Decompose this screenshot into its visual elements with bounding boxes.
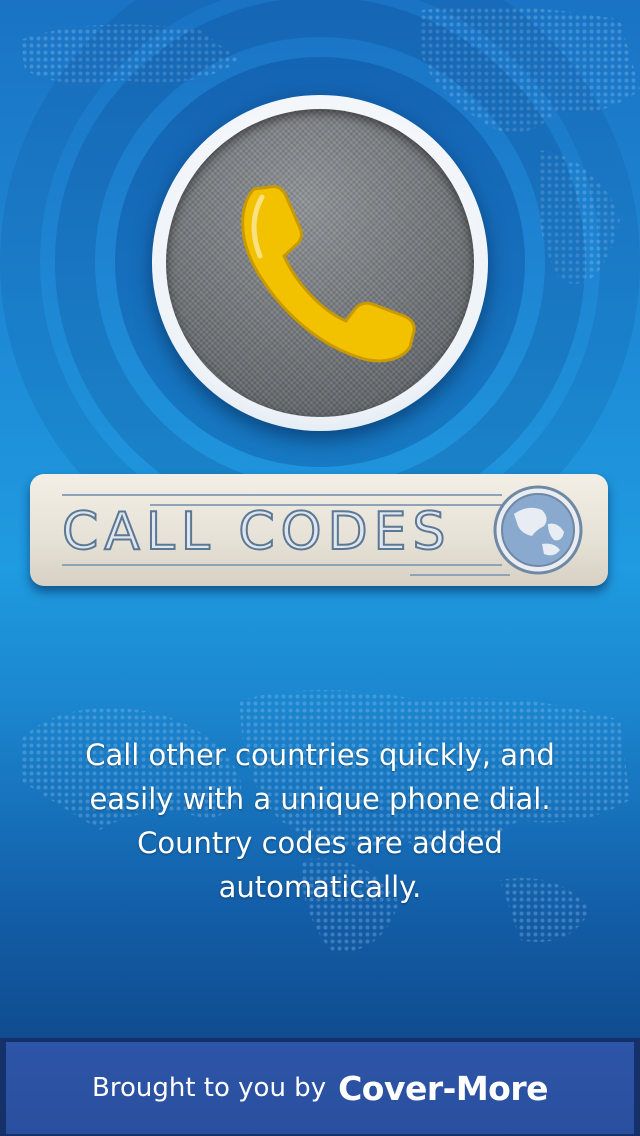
description-line: easily with a unique phone dial. bbox=[89, 782, 551, 816]
logo-textured-disc bbox=[166, 109, 474, 417]
description-line: automatically. bbox=[218, 870, 422, 904]
sponsor-brand-logo: Cover-More bbox=[338, 1068, 548, 1108]
description-text: Call other countries quickly, and easily… bbox=[40, 733, 600, 909]
sponsor-banner[interactable]: Brought to you by Cover-More bbox=[6, 1042, 634, 1134]
globe-icon bbox=[493, 485, 583, 575]
app-title: CALL CODES bbox=[61, 501, 452, 563]
banner-decor-line bbox=[62, 564, 502, 566]
banner-decor-line bbox=[62, 494, 502, 496]
app-logo bbox=[152, 95, 488, 431]
phone-handset-icon bbox=[241, 185, 416, 363]
description-line: Call other countries quickly, and bbox=[85, 738, 555, 772]
sponsor-prefix: Brought to you by bbox=[92, 1073, 327, 1103]
sponsor-footer: Brought to you by Cover-More bbox=[0, 1038, 640, 1136]
description-line: Country codes are added bbox=[137, 826, 503, 860]
app-name-banner: CALL CODES bbox=[30, 474, 608, 586]
